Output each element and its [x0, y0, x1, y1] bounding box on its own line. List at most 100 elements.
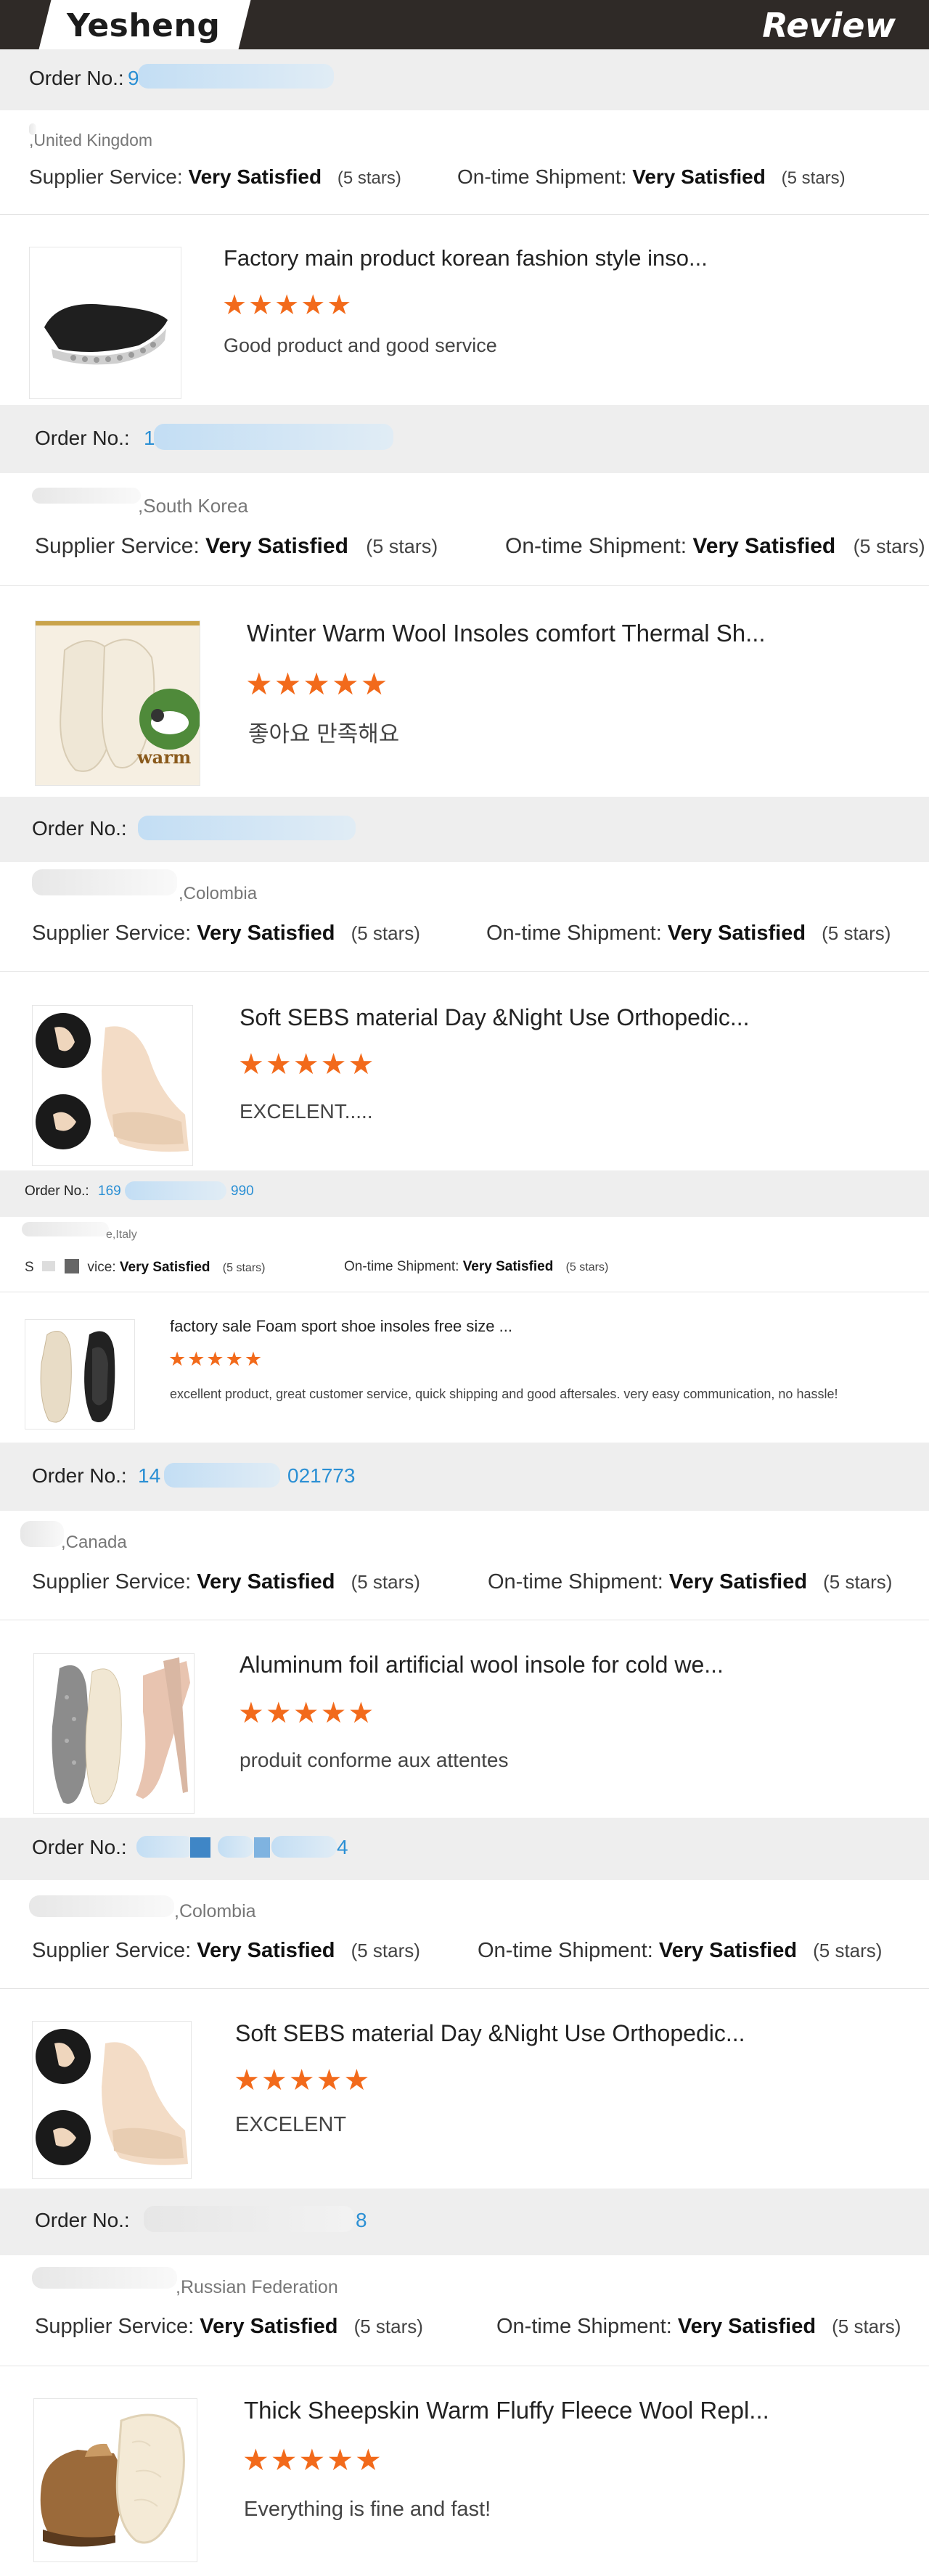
- order-no-value-end[interactable]: 021773: [287, 1464, 355, 1488]
- order-no-label: Order No.:: [32, 817, 127, 840]
- redaction-blur: [41, 1261, 55, 1271]
- supplier-service-rating: Supplier Service: Very Satisfied (5 star…: [29, 165, 401, 189]
- top-header: Yesheng Review: [0, 0, 929, 49]
- supplier-service-value: Very Satisfied: [188, 165, 322, 188]
- rating-stars: ★★★★★: [234, 2064, 372, 2096]
- shipment-stars-note: (5 stars): [853, 536, 925, 557]
- order-no-label: Order No.:: [29, 67, 124, 89]
- buyer-country: e,Italy: [106, 1228, 137, 1241]
- supplier-service-stars-note: (5 stars): [351, 922, 420, 944]
- page-title: Review: [762, 6, 896, 45]
- order-no-label: Order No.:: [32, 1464, 127, 1487]
- order-no-value-end[interactable]: 990: [231, 1184, 254, 1199]
- supplier-service-label: Supplier Service:: [35, 2315, 195, 2338]
- redaction-blur: [138, 816, 356, 840]
- review-comment: excellent product, great customer servic…: [170, 1387, 838, 1401]
- review-comment: 좋아요 만족해요: [248, 721, 400, 747]
- sheepskin-insole-image-icon: [40, 2413, 185, 2547]
- order-no-label: Order No.:: [25, 1184, 89, 1199]
- supplier-service-rating: Supplier Service: Very Satisfied (5 star…: [32, 1939, 420, 1963]
- product-title[interactable]: Factory main product korean fashion styl…: [224, 245, 708, 271]
- redaction-blur: [32, 869, 177, 895]
- supplier-service-label: Supplier Service:: [32, 1570, 192, 1593]
- order-no-label: Order No.:: [32, 1836, 127, 1858]
- redaction-blur: [32, 488, 141, 504]
- product-title[interactable]: Soft SEBS material Day &Night Use Orthop…: [235, 2020, 745, 2047]
- supplier-service-rating: Supplier Service: Very Satisfied (5 star…: [35, 534, 438, 559]
- supplier-service-label: Supplier Service:: [32, 922, 192, 945]
- foot-sleeve-image-icon: [36, 2029, 188, 2165]
- product-title[interactable]: Soft SEBS material Day &Night Use Orthop…: [240, 1004, 750, 1031]
- buyer-country: ,Russian Federation: [176, 2277, 338, 2297]
- order-no-value[interactable]: 8: [356, 2209, 367, 2232]
- order-no-value[interactable]: 4: [337, 1836, 348, 1859]
- order-no-value-start[interactable]: 169: [98, 1184, 121, 1199]
- redaction-blur: [65, 1259, 80, 1273]
- order-bar: [0, 2189, 929, 2255]
- order-no-label: Order No.:: [35, 2209, 130, 2231]
- insole-image-icon: [44, 304, 168, 365]
- shipment-stars-note: (5 stars): [823, 1571, 893, 1593]
- rating-stars: ★★★★★: [238, 1697, 376, 1729]
- shipment-label: On-time Shipment:: [457, 165, 627, 188]
- redaction-blur: [32, 2267, 177, 2289]
- redaction-blur: [154, 424, 393, 450]
- shipment-label: On-time Shipment:: [344, 1259, 459, 1274]
- rating-stars: ★★★★★: [222, 290, 353, 321]
- product-title[interactable]: Winter Warm Wool Insoles comfort Thermal…: [247, 620, 766, 647]
- shipment-value: Very Satisfied: [667, 922, 806, 945]
- product-thumbnail[interactable]: [32, 2021, 192, 2179]
- divider: [0, 214, 929, 215]
- shipment-stars-note: (5 stars): [832, 2315, 901, 2337]
- redaction-blur: [164, 1463, 280, 1488]
- supplier-service-value: Very Satisfied: [200, 2315, 338, 2338]
- product-thumbnail[interactable]: [33, 2398, 197, 2562]
- supplier-service-label: Supplier Service:: [32, 1939, 192, 1962]
- product-thumbnail[interactable]: [32, 1005, 193, 1166]
- supplier-service-stars-note: (5 stars): [337, 168, 401, 188]
- product-title[interactable]: Thick Sheepskin Warm Fluffy Fleece Wool …: [244, 2397, 769, 2424]
- review-comment: Good product and good service: [224, 335, 497, 356]
- divider: [0, 1988, 929, 1989]
- supplier-service-stars-note: (5 stars): [351, 1571, 420, 1593]
- product-title[interactable]: factory sale Foam sport shoe insoles fre…: [170, 1317, 512, 1336]
- shipment-label: On-time Shipment:: [486, 922, 662, 945]
- shipment-value: Very Satisfied: [632, 165, 766, 188]
- redaction-blur: [144, 2206, 354, 2232]
- order-no-value-start[interactable]: 14: [138, 1464, 160, 1488]
- product-thumbnail[interactable]: [29, 247, 181, 399]
- buyer-country: ,United Kingdom: [29, 131, 153, 149]
- shipment-stars-note: (5 stars): [822, 922, 891, 944]
- product-thumbnail[interactable]: [33, 1653, 195, 1814]
- shipment-value: Very Satisfied: [668, 1570, 808, 1593]
- redaction-blur: [29, 1895, 174, 1917]
- thumb-text: warm: [136, 747, 191, 768]
- buyer-country: ,Colombia: [174, 1901, 256, 1921]
- shipment-label: On-time Shipment:: [478, 1939, 653, 1962]
- redaction-blur: [136, 1836, 195, 1858]
- supplier-service-label: Supplier Service:: [29, 165, 183, 188]
- supplier-service-label-start: S: [25, 1260, 34, 1275]
- redaction-blur: [254, 1837, 270, 1858]
- rating-stars: ★★★★★: [168, 1348, 264, 1370]
- supplier-service-rating: S vice: Very Satisfied (5 stars): [25, 1259, 265, 1276]
- product-thumbnail[interactable]: warm: [35, 620, 200, 786]
- supplier-service-value: Very Satisfied: [197, 922, 335, 945]
- buyer-country: ,Canada: [61, 1533, 127, 1552]
- review-comment: Everything is fine and fast!: [244, 2498, 491, 2521]
- review-comment: produit conforme aux attentes: [240, 1749, 509, 1771]
- shipment-label: On-time Shipment:: [488, 1570, 663, 1593]
- product-thumbnail[interactable]: [25, 1319, 135, 1429]
- product-title[interactable]: Aluminum foil artificial wool insole for…: [240, 1652, 724, 1678]
- buyer-country: ,Colombia: [179, 884, 258, 903]
- supplier-service-rating: Supplier Service: Very Satisfied (5 star…: [35, 2315, 423, 2339]
- redaction-blur: [22, 1222, 109, 1236]
- supplier-service-label: Supplier Service:: [35, 534, 200, 558]
- review-comment: EXCELENT: [235, 2113, 347, 2136]
- supplier-service-value: Very Satisfied: [119, 1260, 210, 1275]
- supplier-service-value: Very Satisfied: [205, 534, 348, 558]
- shipment-rating: On-time Shipment: Very Satisfied (5 star…: [496, 2315, 901, 2339]
- shipment-value: Very Satisfied: [462, 1259, 554, 1274]
- shipment-value: Very Satisfied: [677, 2315, 817, 2338]
- rating-stars: ★★★★★: [238, 1049, 376, 1080]
